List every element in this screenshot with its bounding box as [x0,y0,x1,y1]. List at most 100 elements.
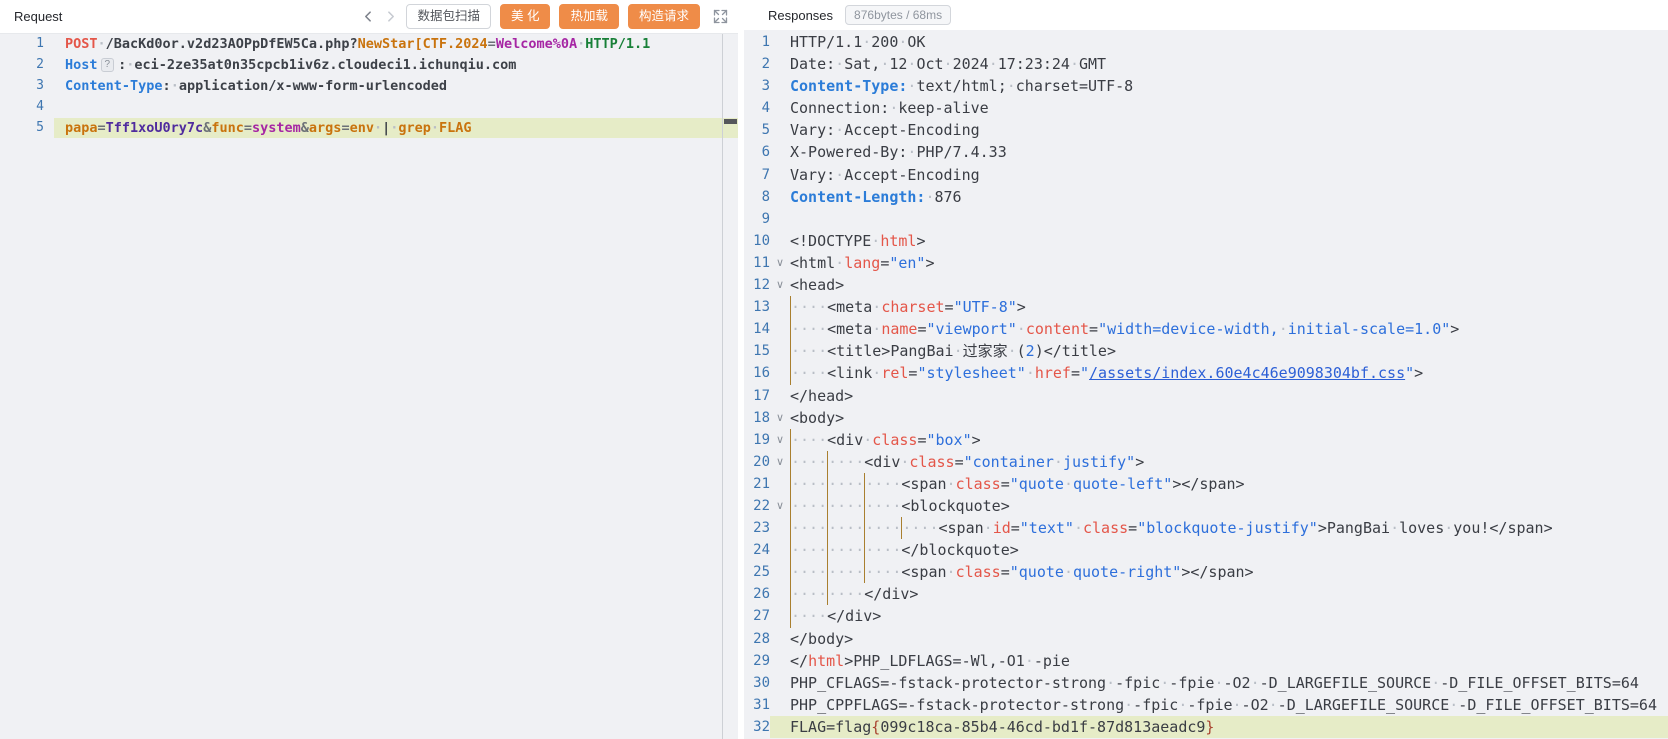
code-line: 2Host?:·eci-2ze35at0n35cpcb1iv6z.cloudec… [0,55,722,76]
indent-guide: ···· [901,517,938,539]
request-header: Request 数据包扫描 美 化 热加载 构造请求 [0,0,738,34]
line-number: 9 [744,208,770,230]
fold-chevron-icon[interactable]: ∨ [770,451,790,473]
code-line: 20∨········<div·class="container·justify… [744,451,1668,473]
code-line-highlighted: 32FLAG=flag{099c18ca-85b4-46cd-bd1f-87d8… [744,716,1668,738]
code-text: Date:·Sat,·12·Oct·2024·17:23:24·GMT [790,53,1668,75]
line-number: 1 [0,34,54,55]
line-number: 22 [744,495,770,517]
line-number: 4 [744,97,770,119]
chevron-right-icon[interactable] [384,10,397,23]
fold-chevron-icon[interactable]: ∨ [770,252,790,274]
code-text: ····<title>PangBai·过家家·(2)</title> [790,340,1668,362]
chevron-left-icon[interactable] [362,10,375,23]
code-text: Content-Type:·application/x-www-form-url… [54,76,722,97]
code-line: 26········</div> [744,583,1668,605]
indent-guide: ···· [864,517,901,539]
fold-gutter [770,230,790,252]
indent-guide: ···· [864,473,901,495]
line-number: 17 [744,385,770,407]
code-text: <!DOCTYPE·html> [790,230,1668,252]
indent-guide: ···· [827,517,864,539]
indent-guide: ···· [790,429,827,451]
line-number: 28 [744,628,770,650]
fold-gutter [770,517,790,539]
code-text: papa=Tff1xoU0ry7c&func=system&args=env·|… [54,118,722,139]
hot-reload-button[interactable]: 热加载 [559,4,619,29]
fold-gutter [770,539,790,561]
code-text: <head> [790,274,1668,296]
indent-guide: ···· [790,583,827,605]
line-number: 7 [744,164,770,186]
fold-gutter [770,650,790,672]
fold-gutter [770,628,790,650]
line-number: 31 [744,694,770,716]
fold-gutter [770,186,790,208]
build-request-button[interactable]: 构造请求 [628,4,700,29]
indent-guide: ···· [827,451,864,473]
code-text: ········<div·class="container·justify"> [790,451,1668,473]
help-badge-icon[interactable]: ? [101,58,115,72]
expand-icon[interactable] [713,9,728,24]
response-stats-badge: 876bytes / 68ms [845,5,951,25]
indent-guide: ···· [790,362,827,384]
response-panel: Responses 876bytes / 68ms 1HTTP/1.1·200·… [744,0,1668,739]
fold-gutter [770,340,790,362]
indent-guide: ···· [827,539,864,561]
indent-guide: ···· [827,561,864,583]
beautify-button[interactable]: 美 化 [500,4,550,29]
code-line: 3Content-Type:·text/html;·charset=UTF-8 [744,75,1668,97]
line-number: 20 [744,451,770,473]
line-number: 18 [744,407,770,429]
packet-scan-button[interactable]: 数据包扫描 [406,4,491,29]
line-number: 15 [744,340,770,362]
line-number: 24 [744,539,770,561]
code-line: 23················<span·id="text"·class=… [744,517,1668,539]
code-line: 27····</div> [744,605,1668,627]
code-line: 7Vary:·Accept-Encoding [744,164,1668,186]
indent-guide: ···· [864,561,901,583]
indent-guide: ···· [864,539,901,561]
code-text: FLAG=flag{099c18ca-85b4-46cd-bd1f-87d813… [790,716,1668,738]
fold-gutter [770,75,790,97]
code-line: 28</body> [744,628,1668,650]
fold-gutter [770,296,790,318]
line-number: 2 [0,55,54,76]
fold-gutter [770,583,790,605]
code-line: 6X-Powered-By:·PHP/7.4.33 [744,141,1668,163]
line-number: 23 [744,517,770,539]
fold-gutter [770,385,790,407]
code-line: 24············</blockquote> [744,539,1668,561]
code-line: 31PHP_CPPFLAGS=-fstack-protector-strong·… [744,694,1668,716]
response-editor[interactable]: 1HTTP/1.1·200·OK2Date:·Sat,·12·Oct·2024·… [744,30,1668,739]
indent-guide: ···· [790,318,827,340]
line-number: 1 [744,31,770,53]
fold-gutter [770,53,790,75]
request-editor[interactable]: 1POST·/BacKd0or.v2d23AOPpDfEW5Ca.php?New… [0,34,738,739]
line-number: 25 [744,561,770,583]
overview-ruler[interactable] [722,34,738,739]
http-packet-viewer: Request 数据包扫描 美 化 热加载 构造请求 [0,0,1668,739]
code-line: 4 [0,97,722,118]
fold-chevron-icon[interactable]: ∨ [770,407,790,429]
code-line: 29</html>PHP_LDFLAGS=-Wl,-O1·-pie [744,650,1668,672]
line-number: 12 [744,274,770,296]
code-text: ········</div> [790,583,1668,605]
code-line: 10<!DOCTYPE·html> [744,230,1668,252]
request-toolbar: 数据包扫描 美 化 热加载 构造请求 [362,4,728,29]
fold-gutter [770,141,790,163]
line-number: 19 [744,429,770,451]
code-text: ····</div> [790,605,1668,627]
code-line: 8Content-Length:·876 [744,186,1668,208]
line-number: 3 [0,76,54,97]
code-text: POST·/BacKd0or.v2d23AOPpDfEW5Ca.php?NewS… [54,34,722,55]
code-text: <body> [790,407,1668,429]
fold-chevron-icon[interactable]: ∨ [770,495,790,517]
request-code-lines: 1POST·/BacKd0or.v2d23AOPpDfEW5Ca.php?New… [0,34,722,138]
code-text: <html·lang="en"> [790,252,1668,274]
request-panel: Request 数据包扫描 美 化 热加载 构造请求 [0,0,738,739]
fold-chevron-icon[interactable]: ∨ [770,274,790,296]
fold-chevron-icon[interactable]: ∨ [770,429,790,451]
line-number: 5 [0,118,54,139]
code-line: 17</head> [744,385,1668,407]
